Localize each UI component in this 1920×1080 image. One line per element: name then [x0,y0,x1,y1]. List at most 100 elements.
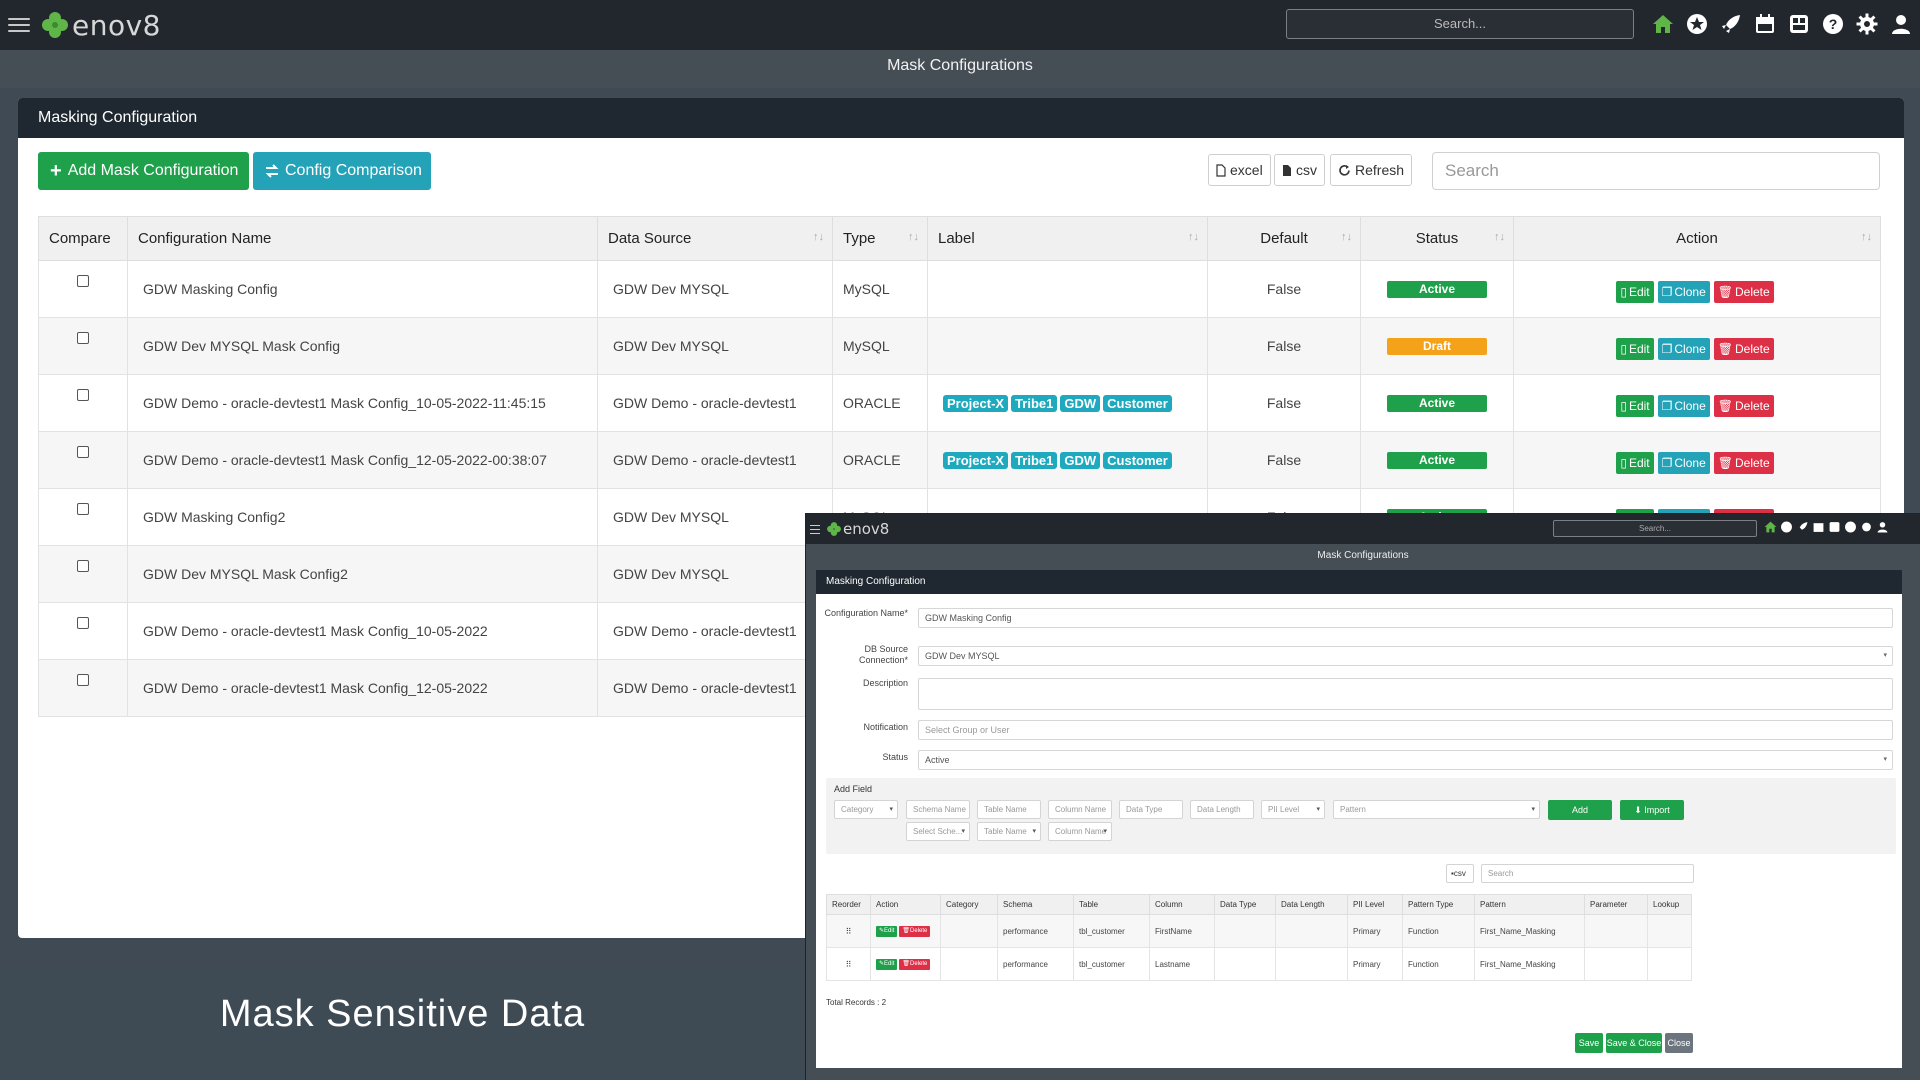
category-select[interactable]: Category ▾ [834,800,898,819]
star-icon[interactable] [1780,521,1793,533]
compare-checkbox[interactable] [77,503,89,515]
gear-icon[interactable] [1860,521,1873,533]
config-name-input[interactable]: GDW Masking Config [918,608,1893,628]
delete-button[interactable]: 🗑Delete [899,959,931,970]
home-icon[interactable] [1764,521,1777,533]
config-name-cell[interactable]: GDW Masking Config2 [127,488,598,546]
table-name-input[interactable]: Table Name [977,800,1041,819]
config-name-cell[interactable]: GDW Demo - oracle-devtest1 Mask Config_1… [127,374,598,432]
overlay-csv-button[interactable]: ▪csv [1446,864,1474,883]
data-type-input[interactable]: Data Type [1119,800,1183,819]
column-name-select[interactable]: Column Name ▾ [1048,822,1112,841]
config-name-cell[interactable]: GDW Masking Config [127,260,598,318]
csv-export-button[interactable]: csv [1274,154,1325,186]
global-search-input[interactable]: Search... [1286,9,1634,39]
overlay-grid-search[interactable]: Search [1481,864,1694,883]
edit-button[interactable]: ▯Edit [1616,281,1654,303]
delete-button[interactable]: 🗑Delete [1713,395,1774,417]
edit-button[interactable]: ▯Edit [1616,452,1654,474]
pattern-select[interactable]: Pattern ▾ [1333,800,1540,819]
dashboard-icon[interactable] [1828,521,1841,533]
column-name-input[interactable]: Column Name [1048,800,1112,819]
clone-button[interactable]: ❐Clone [1657,395,1710,417]
delete-button[interactable]: 🗑Delete [1713,281,1774,303]
clone-button[interactable]: ❐Clone [1657,452,1710,474]
grid-col-reorder: Reorder [826,894,871,915]
rocket-icon[interactable] [1718,11,1744,37]
menu-icon[interactable] [8,16,30,34]
sort-icon[interactable]: ↑↓ [908,231,919,243]
refresh-button[interactable]: Refresh [1330,154,1413,186]
compare-checkbox[interactable] [77,275,89,287]
col-type[interactable]: Type ↑↓ [832,216,928,261]
config-name-cell[interactable]: GDW Demo - oracle-devtest1 Mask Config_1… [127,431,598,489]
dashboard-icon[interactable] [1786,11,1812,37]
delete-button[interactable]: 🗑Delete [1713,452,1774,474]
compare-checkbox[interactable] [77,446,89,458]
edit-button[interactable]: ▯Edit [1616,395,1654,417]
gear-icon[interactable] [1854,11,1880,37]
db-source-select[interactable]: GDW Dev MYSQL ▾ [918,646,1893,666]
config-name-cell[interactable]: GDW Dev MYSQL Mask Config2 [127,545,598,603]
calendar-icon[interactable] [1812,521,1825,533]
edit-button[interactable]: ✎Edit [876,959,898,970]
db-source-label: DB Source Connection* [858,644,908,665]
close-button[interactable]: Close [1665,1033,1693,1053]
compare-checkbox[interactable] [77,560,89,572]
col-configuration-name[interactable]: Configuration Name [127,216,598,261]
col-data-source[interactable]: Data Source ↑↓ [597,216,833,261]
col-label[interactable]: Label ↑↓ [927,216,1208,261]
rocket-icon[interactable] [1796,521,1809,533]
clone-button[interactable]: ❐Clone [1657,281,1710,303]
excel-export-button[interactable]: excel [1208,154,1271,186]
compare-checkbox[interactable] [77,617,89,629]
select-schema-select[interactable]: Select Sche... ▾ [906,822,970,841]
table-search-input[interactable]: Search [1432,152,1880,190]
schema-name-input[interactable]: Schema Name [906,800,970,819]
description-textarea[interactable] [918,678,1893,710]
user-icon[interactable] [1876,521,1889,533]
col-action[interactable]: Action ↑↓ [1513,216,1881,261]
sort-icon[interactable]: ↑↓ [813,231,824,243]
pii-level-select[interactable]: PII Level ▾ [1261,800,1325,819]
clone-button[interactable]: ❐Clone [1657,338,1710,360]
compare-checkbox[interactable] [77,389,89,401]
help-icon[interactable]: ? [1820,11,1846,37]
logo[interactable]: enov8 [40,9,161,42]
star-icon[interactable] [1684,11,1710,37]
save-button[interactable]: Save [1575,1033,1603,1053]
edit-button[interactable]: ▯Edit [1616,338,1654,360]
import-button[interactable]: ⬇ Import [1620,800,1684,820]
data-length-input[interactable]: Data Length [1190,800,1254,819]
sort-icon[interactable]: ↑↓ [1494,231,1505,243]
status-select[interactable]: Active ▾ [918,750,1893,770]
user-icon[interactable] [1888,11,1914,37]
config-name-cell[interactable]: GDW Demo - oracle-devtest1 Mask Config_1… [127,602,598,660]
col-default[interactable]: Default ↑↓ [1207,216,1361,261]
config-name-cell[interactable]: GDW Demo - oracle-devtest1 Mask Config_1… [127,659,598,717]
col-status[interactable]: Status ↑↓ [1360,216,1514,261]
compare-checkbox[interactable] [77,332,89,344]
chevron-down-icon: ▾ [1531,806,1535,813]
help-icon[interactable] [1844,521,1857,533]
home-icon[interactable] [1650,11,1676,37]
config-name-cell[interactable]: GDW Dev MYSQL Mask Config [127,317,598,375]
notification-input[interactable]: Select Group or User [918,720,1893,740]
sort-icon[interactable]: ↑↓ [1341,231,1352,243]
sort-icon[interactable]: ↑↓ [1861,231,1872,243]
menu-icon[interactable] [810,524,820,534]
compare-checkbox[interactable] [77,674,89,686]
edit-button[interactable]: ✎Edit [876,926,898,937]
add-field-button[interactable]: Add [1548,800,1612,820]
delete-button[interactable]: 🗑Delete [1713,338,1774,360]
delete-button[interactable]: 🗑Delete [899,926,931,937]
drag-handle-icon[interactable]: ⠿ [826,947,871,981]
config-comparison-button[interactable]: Config Comparison [253,152,431,190]
save-close-button[interactable]: Save & Close [1606,1033,1662,1053]
overlay-global-search[interactable]: Search... [1553,520,1757,537]
add-mask-config-button[interactable]: + Add Mask Configuration [38,152,249,190]
drag-handle-icon[interactable]: ⠿ [826,914,871,948]
calendar-icon[interactable] [1752,11,1778,37]
table-name-select[interactable]: Table Name ▾ [977,822,1041,841]
sort-icon[interactable]: ↑↓ [1188,231,1199,243]
